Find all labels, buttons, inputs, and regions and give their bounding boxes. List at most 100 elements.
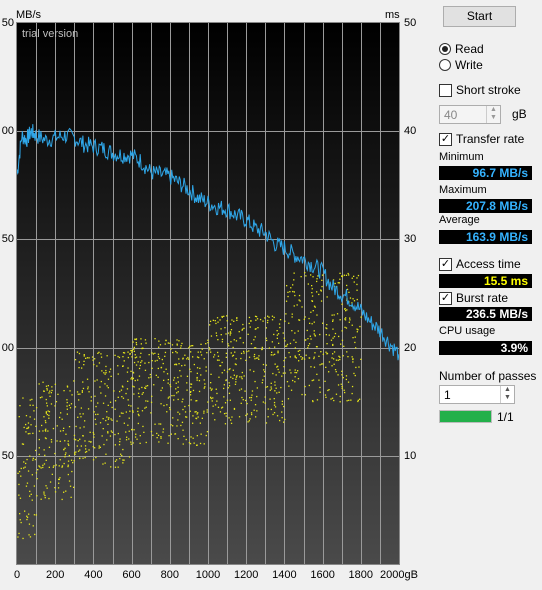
access-time-point xyxy=(320,300,323,302)
write-radio[interactable] xyxy=(439,59,451,71)
transfer-rate-checkbox[interactable]: ✓ xyxy=(439,133,452,146)
access-time-point xyxy=(85,357,87,359)
access-time-point xyxy=(277,350,279,352)
access-time-point xyxy=(105,365,107,368)
short-stroke-spinner[interactable]: 40 ▲ ▼ xyxy=(439,105,501,124)
access-time-point xyxy=(123,459,125,461)
access-time-point xyxy=(25,423,27,426)
access-time-point xyxy=(254,336,256,338)
right-axis-tick-label: 50 xyxy=(404,17,417,29)
access-time-checkbox[interactable]: ✓ xyxy=(439,258,452,271)
access-time-point xyxy=(253,355,255,358)
burst-rate-checkbox[interactable]: ✓ xyxy=(439,292,452,305)
access-time-point xyxy=(250,399,252,401)
access-time-point xyxy=(160,403,162,405)
access-time-point xyxy=(333,358,335,360)
access-time-point xyxy=(46,413,48,416)
access-time-point xyxy=(83,364,85,366)
access-time-point xyxy=(108,371,111,373)
access-time-point xyxy=(95,413,97,416)
access-time-point xyxy=(285,300,288,302)
access-time-point xyxy=(41,424,43,427)
access-time-point xyxy=(18,483,20,486)
access-time-point xyxy=(47,430,49,432)
access-time-point xyxy=(66,399,68,401)
access-time-point xyxy=(25,431,27,433)
access-time-point xyxy=(148,361,150,364)
access-time-point xyxy=(278,371,280,373)
access-time-point xyxy=(127,351,129,353)
access-time-point xyxy=(80,445,82,447)
access-time-point xyxy=(265,337,267,339)
access-time-point xyxy=(233,339,235,341)
access-time-point xyxy=(111,431,113,433)
access-time-point xyxy=(138,388,140,390)
access-time-point xyxy=(173,377,176,379)
access-time-point xyxy=(192,345,194,347)
access-time-point xyxy=(137,413,140,415)
read-radio[interactable] xyxy=(439,43,451,55)
access-time-point xyxy=(282,332,284,334)
access-time-point xyxy=(302,357,304,359)
access-time-point xyxy=(177,391,179,393)
spinner-arrows-icon[interactable]: ▲ ▼ xyxy=(500,386,514,403)
start-button[interactable]: Start xyxy=(443,6,516,27)
access-time-point xyxy=(249,369,251,371)
access-time-point xyxy=(79,413,81,415)
access-time-point xyxy=(344,326,346,328)
access-time-point xyxy=(82,387,85,390)
access-time-point xyxy=(177,411,179,413)
access-time-point xyxy=(91,356,94,358)
access-time-point xyxy=(142,392,144,394)
access-time-point xyxy=(262,401,264,403)
access-time-point xyxy=(257,327,259,329)
access-time-point xyxy=(196,444,198,446)
access-time-point xyxy=(347,272,349,275)
access-time-point xyxy=(18,532,20,535)
access-time-point xyxy=(200,374,202,376)
access-time-point xyxy=(359,325,361,328)
access-time-point xyxy=(353,300,356,302)
access-time-point xyxy=(273,398,275,400)
x-axis-tick-label: 200 xyxy=(46,569,65,581)
passes-spinner[interactable]: 1 ▲ ▼ xyxy=(439,385,515,404)
passes-value: 1 xyxy=(444,388,451,402)
access-time-point xyxy=(153,384,155,386)
access-time-point xyxy=(331,314,333,316)
access-time-point xyxy=(65,490,67,492)
access-time-point xyxy=(270,388,273,390)
access-time-point xyxy=(213,354,216,356)
access-time-point xyxy=(316,373,318,375)
access-time-point xyxy=(247,421,249,423)
access-time-point xyxy=(133,350,135,352)
access-time-point xyxy=(107,404,109,406)
access-time-point xyxy=(210,382,212,384)
access-time-point xyxy=(225,379,227,381)
access-time-point xyxy=(120,453,122,455)
access-time-point xyxy=(235,358,237,360)
access-time-point xyxy=(79,393,81,395)
access-time-point xyxy=(266,339,268,342)
access-time-point xyxy=(310,311,312,313)
access-time-point xyxy=(63,390,65,392)
access-time-point xyxy=(94,380,96,382)
access-time-point xyxy=(160,437,162,439)
access-time-point xyxy=(35,514,37,516)
access-time-point xyxy=(165,339,167,341)
access-time-point xyxy=(203,387,205,389)
access-time-point xyxy=(133,429,135,431)
access-time-point xyxy=(227,387,229,389)
short-stroke-checkbox[interactable] xyxy=(439,84,452,97)
access-time-point xyxy=(135,343,138,346)
access-time-point xyxy=(173,399,175,401)
access-time-point xyxy=(301,393,303,396)
access-time-point xyxy=(316,280,318,283)
access-time-point xyxy=(84,456,86,459)
access-time-point xyxy=(31,474,33,476)
access-time-point xyxy=(169,407,171,409)
access-time-point xyxy=(83,354,85,356)
access-time-point xyxy=(354,336,356,338)
access-time-point xyxy=(301,306,303,308)
access-time-point xyxy=(356,328,358,330)
access-time-point xyxy=(344,391,346,394)
